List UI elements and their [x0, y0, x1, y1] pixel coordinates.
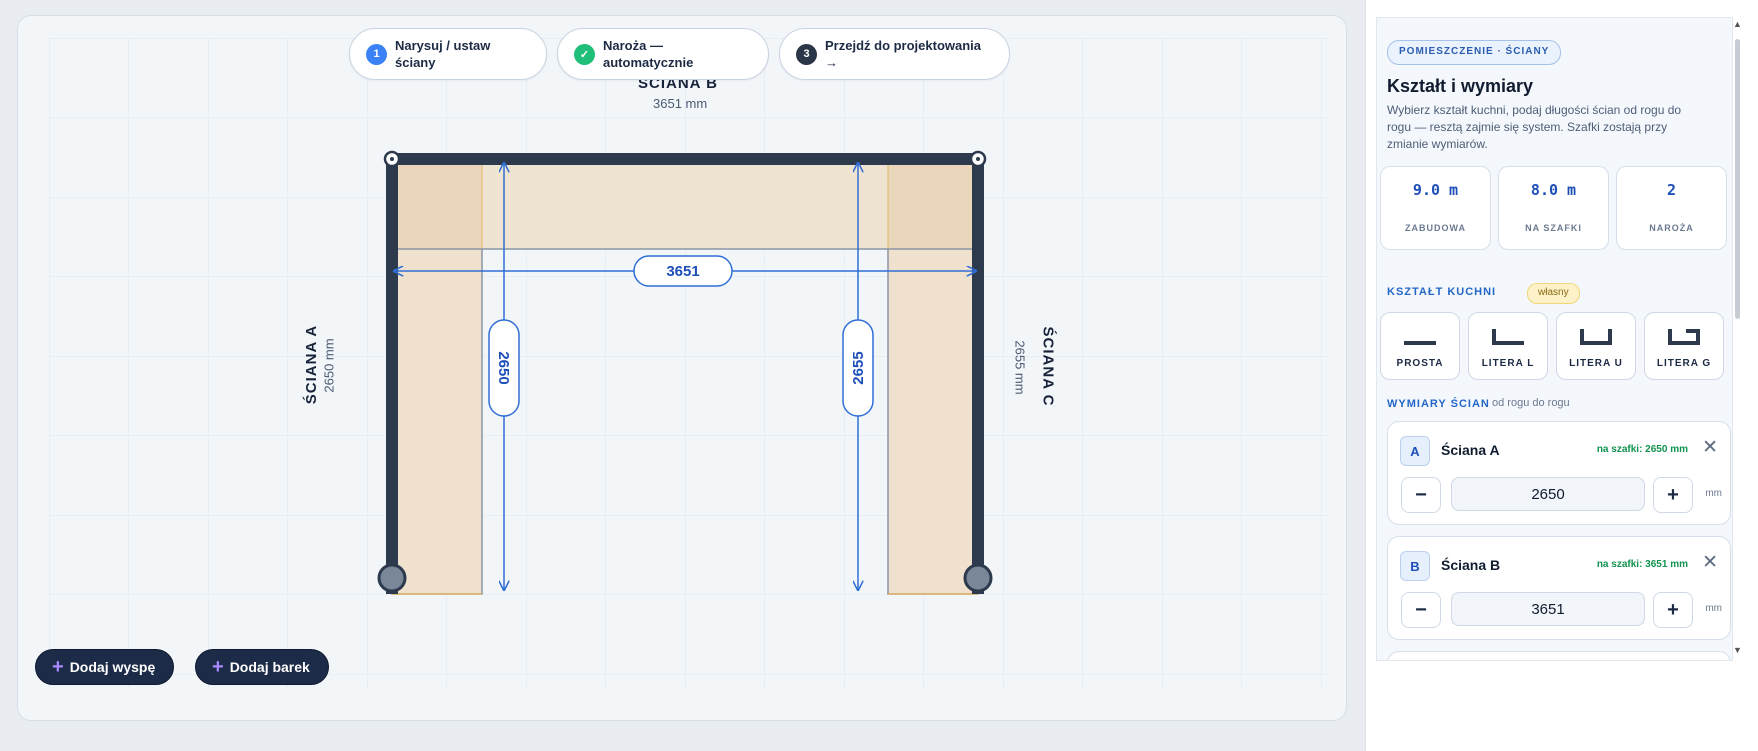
step-draw-walls[interactable]: 1 Narysuj / ustaw ściany	[349, 28, 547, 80]
wall-name: Ściana A	[1441, 442, 1500, 458]
increase-length-button[interactable]: +	[1653, 477, 1693, 513]
wall-letter-badge: A	[1400, 436, 1430, 466]
dimension-b-value[interactable]: 3651	[666, 263, 699, 280]
panel-title: Kształt i wymiary	[1387, 76, 1534, 96]
stat-label: NAROŻA	[1649, 223, 1694, 233]
shape-label: LITERA U	[1569, 358, 1623, 369]
steps-bar: 1 Narysuj / ustaw ściany ✓ Naroża — auto…	[349, 28, 1010, 80]
wall-card-b: B Ściana B na szafki: 3651 mm ✕ − 3651 +…	[1387, 536, 1731, 640]
grid-background: 3651 2650 2655	[49, 38, 1329, 688]
scroll-down-icon[interactable]: ▼	[1733, 645, 1742, 655]
dimension-b-pill[interactable]: 3651	[633, 255, 733, 287]
stat-total-length: 9.0 m ZABUDOWA	[1380, 166, 1491, 250]
corner-cabinet-right[interactable]	[887, 158, 979, 250]
plus-icon: +	[52, 656, 64, 678]
shape-label: LITERA L	[1481, 358, 1535, 369]
step-go-to-design[interactable]: 3 Przejdź do projektowania →	[779, 28, 1010, 80]
section-pill: POMIESZCZENIE · ŚCIANY	[1387, 40, 1562, 65]
panel-scrollbar[interactable]: ▲ ▼	[1732, 17, 1744, 659]
decrease-length-button[interactable]: −	[1401, 477, 1441, 513]
wall-a-label: ŚCIANA A	[303, 324, 321, 405]
add-island-label: Dodaj wyspę	[69, 659, 156, 675]
decrease-length-button[interactable]: −	[1401, 592, 1441, 628]
step-corners[interactable]: ✓ Naroża — automatycznie	[557, 28, 769, 80]
stat-value: 2	[1666, 181, 1677, 199]
stat-value: 8.0 m	[1530, 181, 1577, 199]
wall-c-length: 2655 mm	[1012, 340, 1028, 395]
side-panel-scroll-area[interactable]: POMIESZCZENIE · ŚCIANY Kształt i wymiary…	[1376, 17, 1733, 661]
add-bar-button[interactable]: + Dodaj barek	[195, 649, 329, 685]
cabinet-run-a[interactable]	[391, 248, 483, 595]
check-icon: ✓	[574, 43, 595, 65]
stat-corners: 2 NAROŻA	[1616, 166, 1727, 250]
stat-value: 9.0 m	[1412, 181, 1459, 199]
increase-length-button[interactable]: +	[1653, 592, 1693, 628]
cabinet-run-c[interactable]	[887, 248, 979, 595]
shape-g-option[interactable]: LITERA G	[1644, 312, 1724, 380]
step-label: Naroża — automatycznie	[603, 38, 694, 70]
wall-c-label: ŚCIANA C	[1039, 326, 1057, 407]
dimensions-heading: WYMIARY ŚCIAN	[1387, 398, 1490, 410]
unit-label: mm	[1705, 603, 1722, 614]
wall-name: Ściana B	[1441, 557, 1501, 573]
shape-u-icon	[1580, 329, 1612, 345]
remove-wall-button[interactable]: ✕	[1702, 436, 1718, 459]
add-bar-label: Dodaj barek	[229, 659, 310, 675]
panel-description: Wybierz kształt kuchni, podaj długości ś…	[1387, 103, 1682, 151]
wall-card-a: A Ściana A na szafki: 2650 mm ✕ − 2650 +…	[1387, 421, 1731, 525]
unit-label: mm	[1705, 488, 1722, 499]
stat-label: NA SZAFKI	[1525, 223, 1582, 233]
shape-straight-option[interactable]: PROSTA	[1380, 312, 1460, 380]
cabinet-length-note: na szafki: 3651 mm	[1596, 559, 1688, 570]
wall-b-length: 3651 mm	[653, 96, 708, 111]
shape-l-option[interactable]: LITERA L	[1468, 312, 1548, 380]
stat-cabinet-length: 8.0 m NA SZAFKI	[1498, 166, 1609, 250]
dimension-a-pill[interactable]: 2650	[488, 319, 520, 417]
dimension-a-value[interactable]: 2650	[495, 351, 512, 384]
side-panel: POMIESZCZENIE · ŚCIANY Kształt i wymiary…	[1365, 0, 1758, 751]
floor-plan-canvas[interactable]: 3651 2650 2655 ŚCIANA B 3651 mm ŚCIANA A…	[17, 15, 1347, 721]
add-island-button[interactable]: + Dodaj wyspę	[35, 649, 175, 685]
remove-wall-button[interactable]: ✕	[1702, 551, 1718, 574]
shape-label: LITERA G	[1656, 358, 1712, 369]
wall-a-length: 2650 mm	[321, 338, 337, 393]
wall-letter-badge: B	[1400, 551, 1430, 581]
shape-custom-badge: własny	[1527, 283, 1580, 304]
shape-g-icon	[1668, 329, 1700, 345]
wall-end-handle[interactable]	[377, 563, 407, 593]
shape-heading: KSZTAŁT KUCHNI	[1387, 286, 1497, 298]
stat-label: ZABUDOWA	[1405, 223, 1466, 233]
step-label: Przejdź do projektowania →	[825, 38, 982, 70]
step-number: 3	[796, 43, 817, 65]
shape-l-icon	[1492, 329, 1524, 345]
dimensions-subheading: od rogu do rogu	[1492, 397, 1570, 409]
cabinet-length-note: na szafki: 2650 mm	[1596, 444, 1688, 455]
shape-straight-icon	[1404, 341, 1436, 345]
shape-label: PROSTA	[1396, 358, 1444, 369]
step-label: Narysuj / ustaw ściany	[395, 38, 491, 70]
scroll-up-icon[interactable]: ▲	[1733, 19, 1742, 29]
wall-end-handle[interactable]	[963, 563, 993, 593]
scrollbar-thumb[interactable]	[1735, 39, 1740, 319]
step-number: 1	[366, 43, 387, 65]
dimension-c-pill[interactable]: 2655	[842, 319, 874, 417]
shape-u-option[interactable]: LITERA U	[1556, 312, 1636, 380]
corner-cabinet-left[interactable]	[391, 158, 483, 250]
plus-icon: +	[212, 656, 224, 678]
wall-length-input[interactable]: 3651	[1451, 592, 1645, 626]
wall-length-input[interactable]: 2650	[1451, 477, 1645, 511]
wall-card-c	[1387, 651, 1731, 660]
dimension-c-value[interactable]: 2655	[850, 351, 867, 384]
